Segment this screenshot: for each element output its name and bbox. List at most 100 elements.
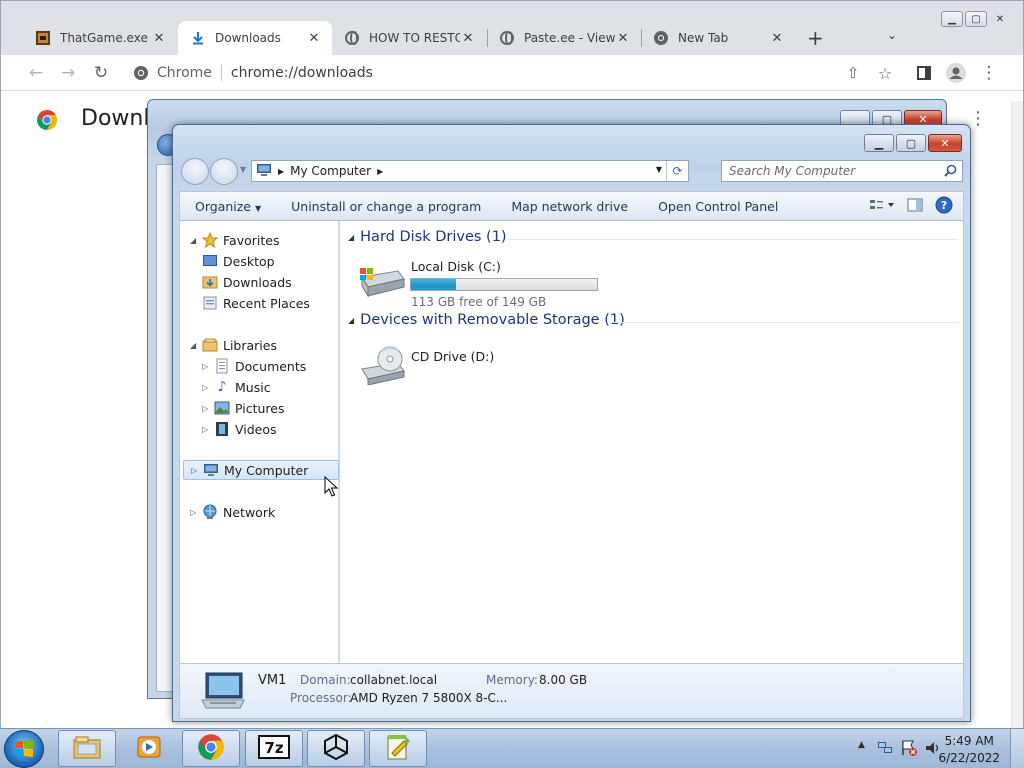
tab-how-to-restore[interactable]: HOW TO RESTO ✕	[332, 21, 486, 55]
expanded-arrow-icon[interactable]: ◢	[190, 341, 200, 350]
search-input[interactable]: Search My Computer	[721, 160, 963, 182]
collapsed-arrow-icon[interactable]: ▷	[202, 362, 212, 371]
scrollbar[interactable]	[1011, 101, 1023, 729]
taskbar-explorer-button[interactable]	[58, 730, 116, 767]
back-button[interactable]	[181, 158, 209, 185]
clock-date: 6/22/2022	[938, 751, 1000, 765]
minimize-icon[interactable]: ▁	[941, 11, 963, 27]
close-icon[interactable]: ✕	[151, 30, 167, 46]
preview-pane-icon[interactable]	[907, 198, 923, 215]
close-icon[interactable]: ✕	[769, 30, 785, 46]
menu-kebab-icon[interactable]: ⋮	[979, 63, 999, 83]
videos-icon	[214, 421, 230, 437]
pictures-icon	[214, 400, 230, 416]
collapsed-arrow-icon[interactable]: ▷	[190, 508, 200, 517]
collapse-group-icon[interactable]: ◢	[348, 316, 354, 325]
breadcrumb-my-computer[interactable]: My Computer	[290, 164, 371, 178]
close-icon[interactable]: ✕	[306, 30, 322, 46]
uninstall-program-button[interactable]: Uninstall or change a program	[276, 199, 496, 214]
nav-my-computer[interactable]: ▷ My Computer	[183, 460, 339, 480]
tab-new-tab[interactable]: New Tab ✕	[641, 21, 795, 55]
taskbar-7zip-button[interactable]: 7z	[245, 730, 303, 767]
taskbar-unity-button[interactable]	[307, 730, 365, 767]
expanded-arrow-icon[interactable]: ◢	[190, 236, 200, 245]
forward-button[interactable]	[210, 158, 238, 185]
collapsed-arrow-icon[interactable]: ▷	[202, 404, 212, 413]
group-removable-storage[interactable]: ◢ Devices with Removable Storage (1)	[348, 312, 958, 328]
close-icon[interactable]: ✕	[989, 11, 1011, 27]
new-tab-icon[interactable]: +	[807, 26, 824, 50]
forward-icon[interactable]: →	[58, 63, 78, 83]
address-bar[interactable]: ▶ My Computer ▶ ▼ ⟳	[251, 160, 689, 182]
local-disk-c[interactable]: Local Disk (C:) 113 GB free of 149 GB	[354, 257, 614, 311]
close-icon[interactable]: ✕	[460, 30, 476, 46]
collapsed-arrow-icon[interactable]: ▷	[191, 466, 201, 475]
address-dropdown-icon[interactable]: ▼	[656, 165, 662, 174]
cd-drive-d[interactable]: CD Drive (D:)	[354, 339, 554, 393]
map-network-drive-button[interactable]: Map network drive	[496, 199, 643, 214]
back-icon[interactable]: ←	[26, 63, 46, 83]
close-icon[interactable]: ✕	[615, 30, 631, 46]
tab-thatgame[interactable]: ThatGame.exe by ✕	[23, 21, 177, 55]
tab-label: Downloads	[215, 31, 281, 45]
chrome-icon	[653, 30, 669, 46]
network-status-icon[interactable]	[876, 739, 894, 760]
breadcrumb-arrow-icon[interactable]: ▶	[377, 167, 383, 176]
tab-paste-ee[interactable]: Paste.ee - View p ✕	[487, 21, 641, 55]
svg-text:7z: 7z	[264, 739, 283, 757]
libraries-icon	[202, 337, 218, 353]
action-center-icon[interactable]	[900, 739, 918, 760]
taskbar-chrome-button[interactable]	[182, 730, 240, 767]
drive-name: CD Drive (D:)	[411, 349, 495, 364]
close-icon[interactable]: ✕	[928, 134, 962, 152]
change-view-icon[interactable]	[869, 198, 895, 215]
nav-network[interactable]: ▷ Network	[190, 502, 275, 522]
breadcrumb-arrow-icon[interactable]: ▶	[278, 167, 284, 176]
open-control-panel-button[interactable]: Open Control Panel	[643, 199, 793, 214]
bookmark-star-icon[interactable]: ☆	[875, 63, 895, 83]
address-bar[interactable]: Chrome chrome://downloads	[123, 59, 903, 87]
tab-search-icon[interactable]: ⌄	[887, 28, 897, 42]
chrome-icon	[197, 733, 225, 764]
taskbar-media-player-button[interactable]	[120, 730, 178, 767]
profile-icon[interactable]	[946, 63, 966, 83]
page-menu-icon[interactable]: ⋮	[969, 108, 987, 129]
nav-favorites[interactable]: ◢ Favorites	[190, 230, 279, 250]
show-desktop-button[interactable]	[1010, 729, 1024, 768]
taskbar-notepad-plus-button[interactable]	[369, 730, 427, 767]
seven-zip-icon: 7z	[258, 735, 290, 762]
star-icon	[202, 232, 218, 248]
maximize-icon[interactable]: ▢	[896, 134, 926, 152]
memory-value: 8.00 GB	[539, 673, 588, 687]
nav-videos[interactable]: ▷ Videos	[202, 419, 277, 439]
nav-downloads[interactable]: Downloads	[202, 272, 292, 292]
minimize-icon[interactable]: ▁	[864, 134, 894, 152]
show-hidden-icons-icon[interactable]: ▲	[858, 740, 865, 750]
nav-libraries[interactable]: ◢ Libraries	[190, 335, 277, 355]
nav-recent-places[interactable]: Recent Places	[202, 293, 310, 313]
nav-documents[interactable]: ▷ Documents	[202, 356, 306, 376]
explorer-window: ▁ ▢ ✕ ▼ ▶ My Computer ▶ ▼ ⟳ Search My Co…	[172, 124, 971, 722]
nav-desktop[interactable]: Desktop	[202, 251, 275, 271]
organize-button[interactable]: Organize ▼	[180, 199, 276, 214]
help-icon[interactable]: ?	[935, 196, 953, 217]
side-panel-icon[interactable]	[914, 63, 934, 83]
unity-icon	[322, 733, 350, 764]
clock[interactable]: 5:49 AM 6/22/2022	[938, 733, 1000, 767]
reload-icon[interactable]: ↻	[91, 63, 111, 83]
share-icon[interactable]: ⇧	[843, 63, 863, 83]
collapse-group-icon[interactable]: ◢	[348, 233, 354, 242]
collapsed-arrow-icon[interactable]: ▷	[202, 425, 212, 434]
omnibox-url: chrome://downloads	[230, 65, 373, 81]
nav-music[interactable]: ▷ ♪ Music	[202, 377, 271, 397]
computer-icon	[256, 163, 272, 180]
refresh-icon[interactable]: ⟳	[666, 161, 688, 181]
group-hard-disk-drives[interactable]: ◢ Hard Disk Drives (1)	[348, 229, 958, 245]
tab-downloads[interactable]: Downloads ✕	[178, 21, 332, 55]
start-button[interactable]	[4, 730, 44, 768]
window-controls: ▁ ▢ ✕	[864, 134, 962, 152]
nav-pictures[interactable]: ▷ Pictures	[202, 398, 285, 418]
recent-pages-dropdown-icon[interactable]: ▼	[240, 165, 246, 174]
maximize-icon[interactable]: ▢	[965, 11, 987, 27]
collapsed-arrow-icon[interactable]: ▷	[202, 383, 212, 392]
